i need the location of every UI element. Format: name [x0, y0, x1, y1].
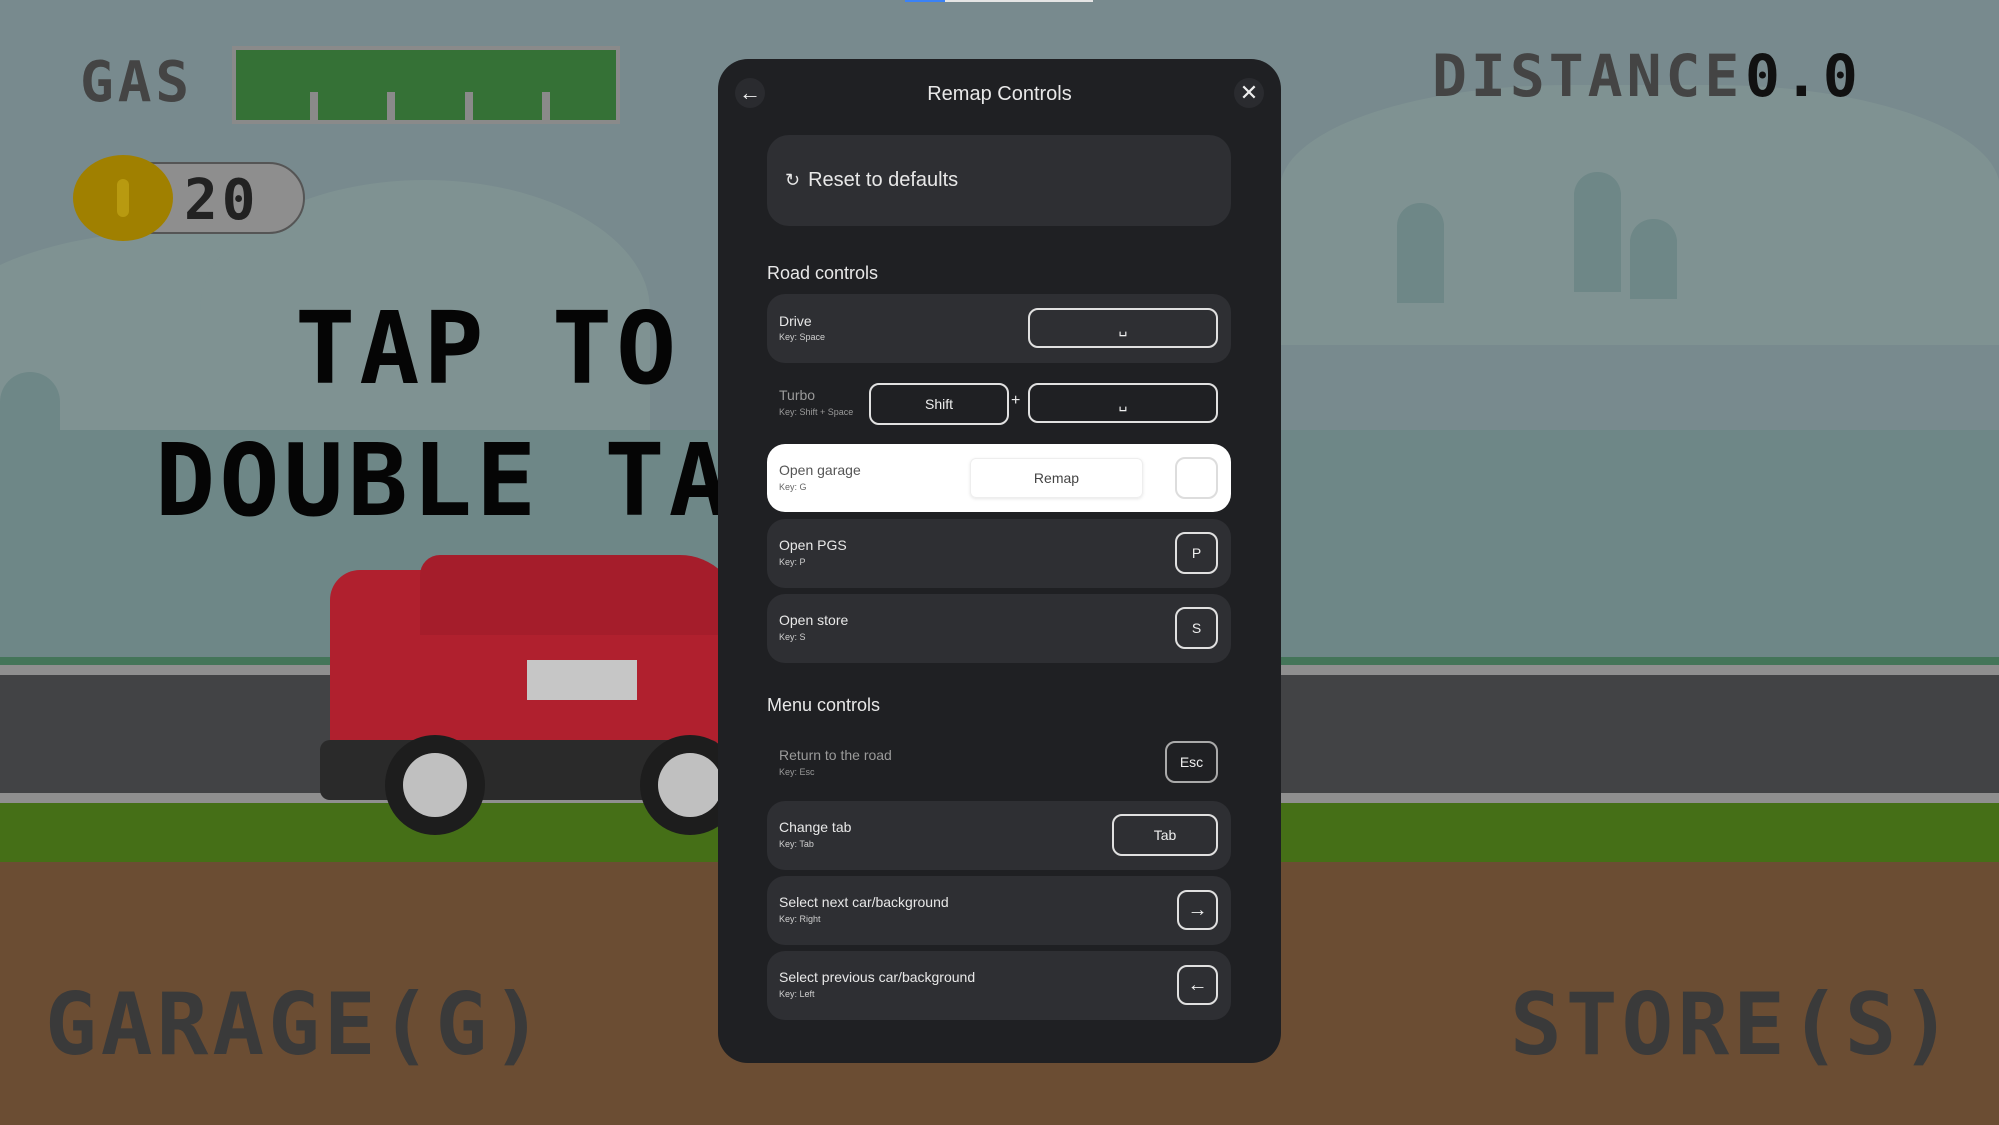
control-key-hint: Key: Shift + Space	[779, 407, 854, 417]
section-title: Menu controls	[767, 695, 881, 715]
coin-count: 20	[184, 168, 260, 233]
control-label: Select next car/background	[779, 894, 949, 910]
double-tap-text: DOUBLE TAP	[155, 422, 798, 539]
silo	[1630, 219, 1677, 299]
gas-label: GAS	[80, 50, 194, 115]
section-title: Road controls	[767, 263, 879, 283]
key-button-space[interactable]: ␣	[1028, 383, 1218, 423]
control-row-open-pgs[interactable]: Open PGS Key: P P	[767, 519, 1231, 588]
loading-bar	[905, 0, 945, 2]
key-joiner: +	[1011, 392, 1021, 409]
control-row-drive[interactable]: Drive Key: Space ␣	[767, 294, 1231, 363]
gas-tick	[310, 92, 318, 120]
car-wheel	[385, 735, 485, 835]
control-label: Drive	[779, 313, 812, 329]
car-window	[527, 660, 637, 700]
control-label: Turbo	[779, 387, 816, 403]
car-roof	[420, 555, 740, 635]
control-row-open-garage[interactable]: Open garage Key: G Remap	[767, 444, 1231, 512]
control-key-hint: Key: Tab	[779, 839, 814, 849]
control-label: Open store	[779, 612, 849, 628]
control-row-turbo[interactable]: Turbo Key: Shift + Space Shift + ␣	[767, 376, 1231, 430]
control-label: Open PGS	[779, 537, 847, 553]
gas-meter	[232, 46, 620, 124]
silo	[1397, 203, 1444, 303]
reset-label: Reset to defaults	[808, 169, 959, 191]
loading-bar-track	[945, 0, 1093, 2]
close-button[interactable]: ✕	[1234, 78, 1264, 108]
control-label: Select previous car/background	[779, 969, 976, 985]
control-key-hint: Key: Left	[779, 989, 815, 999]
key-button-p[interactable]: P	[1175, 532, 1218, 574]
control-row-return[interactable]: Return to the road Key: Esc Esc	[767, 729, 1231, 795]
reset-defaults-button[interactable]: ↻ Reset to defaults	[767, 135, 1231, 226]
control-label: Return to the road	[779, 747, 892, 763]
control-row-change-tab[interactable]: Change tab Key: Tab Tab	[767, 801, 1231, 870]
gas-tick	[387, 92, 395, 120]
key-button-space[interactable]: ␣	[1028, 308, 1218, 348]
garage-button[interactable]: GARAGE(G)	[45, 975, 547, 1075]
control-key-hint: Key: Space	[779, 332, 826, 342]
key-button-esc[interactable]: Esc	[1165, 741, 1218, 783]
control-row-next[interactable]: Select next car/background Key: Right →	[767, 876, 1231, 945]
control-key-hint: Key: Esc	[779, 767, 815, 777]
control-key-hint: Key: S	[779, 632, 806, 642]
control-row-previous[interactable]: Select previous car/background Key: Left…	[767, 951, 1231, 1020]
distance-value: 0.0	[1745, 42, 1862, 110]
dialog-title: Remap Controls	[927, 83, 1072, 105]
remap-controls-dialog: ← Remap Controls ✕ ↻ Reset to defaults Ro…	[718, 59, 1281, 1063]
key-button-empty[interactable]	[1175, 457, 1218, 499]
gas-tick	[465, 92, 473, 120]
refresh-icon: ↻	[785, 170, 801, 190]
control-key-hint: Key: G	[779, 482, 807, 492]
store-button[interactable]: STORE(S)	[1510, 975, 1956, 1075]
close-icon: ✕	[1239, 80, 1259, 105]
key-button-s[interactable]: S	[1175, 607, 1218, 649]
coin-icon	[73, 155, 173, 241]
gas-meter-fill	[236, 50, 616, 120]
key-button-tab[interactable]: Tab	[1112, 814, 1218, 856]
control-row-open-store[interactable]: Open store Key: S S	[767, 594, 1231, 663]
key-button-shift[interactable]: Shift	[869, 383, 1009, 425]
control-key-hint: Key: P	[779, 557, 806, 567]
silo	[1574, 172, 1621, 292]
distance-label: DISTANCE	[1432, 42, 1744, 110]
remap-tooltip: Remap	[970, 458, 1143, 498]
control-label: Open garage	[779, 462, 861, 478]
control-label: Change tab	[779, 819, 852, 835]
gas-tick	[542, 92, 550, 120]
control-key-hint: Key: Right	[779, 914, 821, 924]
cloud	[1280, 85, 1999, 345]
arrow-right-icon[interactable]: →	[1177, 890, 1218, 930]
arrow-left-icon[interactable]: ←	[1177, 965, 1218, 1005]
